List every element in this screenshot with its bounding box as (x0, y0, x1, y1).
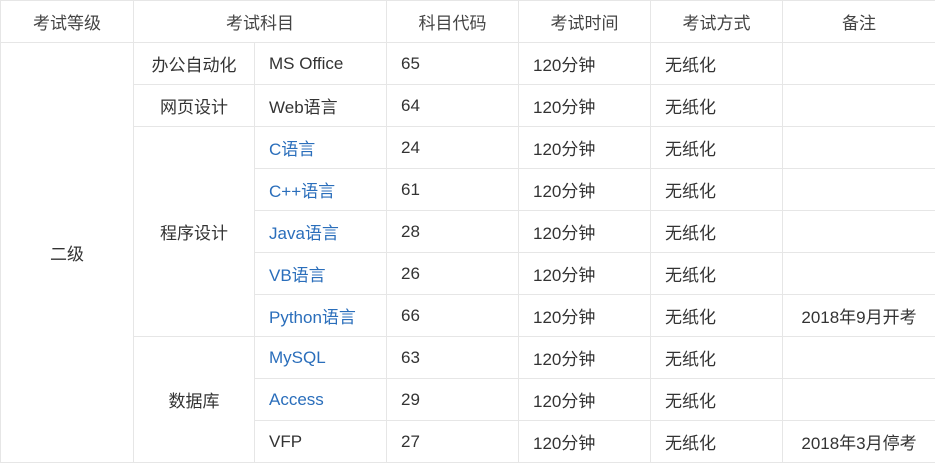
exam-method: 无纸化 (650, 42, 783, 85)
exam-method: 无纸化 (650, 294, 783, 337)
subject-link-cpp[interactable]: C++语言 (254, 168, 387, 211)
subject-name: MS Office (254, 42, 387, 85)
table-row: 网页设计 Web语言 64 120分钟 无纸化 (1, 84, 935, 127)
group-cell-web: 网页设计 (133, 84, 255, 127)
subject-code: 28 (386, 210, 519, 253)
subject-link-c[interactable]: C语言 (254, 126, 387, 169)
header-level: 考试等级 (0, 0, 134, 43)
subject-code: 64 (386, 84, 519, 127)
subject-code: 63 (386, 336, 519, 379)
subject-code: 24 (386, 126, 519, 169)
header-subject: 考试科目 (133, 0, 387, 43)
exam-time: 120分钟 (518, 378, 651, 421)
subject-code: 65 (386, 42, 519, 85)
exam-time: 120分钟 (518, 168, 651, 211)
exam-time: 120分钟 (518, 336, 651, 379)
remark (782, 126, 935, 169)
subject-link-mysql[interactable]: MySQL (254, 336, 387, 379)
exam-method: 无纸化 (650, 210, 783, 253)
exam-method: 无纸化 (650, 252, 783, 295)
exam-time: 120分钟 (518, 210, 651, 253)
exam-subjects-table: 考试等级 考试科目 科目代码 考试时间 考试方式 备注 二级 办公自动化 MS … (0, 0, 935, 463)
group-cell-database: 数据库 (133, 336, 255, 463)
exam-method: 无纸化 (650, 168, 783, 211)
header-time: 考试时间 (518, 0, 651, 43)
exam-method: 无纸化 (650, 336, 783, 379)
remark (782, 378, 935, 421)
remark (782, 210, 935, 253)
exam-time: 120分钟 (518, 252, 651, 295)
level-cell: 二级 (0, 42, 134, 463)
subject-code: 66 (386, 294, 519, 337)
subject-code: 29 (386, 378, 519, 421)
subject-code: 26 (386, 252, 519, 295)
subject-name: VFP (254, 420, 387, 463)
remark (782, 252, 935, 295)
subject-link-java[interactable]: Java语言 (254, 210, 387, 253)
exam-method: 无纸化 (650, 126, 783, 169)
remark: 2018年9月开考 (782, 294, 935, 337)
header-row: 考试等级 考试科目 科目代码 考试时间 考试方式 备注 (0, 0, 935, 43)
remark: 2018年3月停考 (782, 420, 935, 463)
exam-time: 120分钟 (518, 420, 651, 463)
exam-time: 120分钟 (518, 84, 651, 127)
header-method: 考试方式 (650, 0, 783, 43)
header-code: 科目代码 (386, 0, 519, 43)
exam-method: 无纸化 (650, 420, 783, 463)
subject-code: 27 (386, 420, 519, 463)
exam-time: 120分钟 (518, 294, 651, 337)
exam-time: 120分钟 (518, 42, 651, 85)
subject-link-vb[interactable]: VB语言 (254, 252, 387, 295)
header-remark: 备注 (782, 0, 935, 43)
subject-link-access[interactable]: Access (254, 378, 387, 421)
subject-name: Web语言 (254, 84, 387, 127)
table-row: 程序设计 C语言 24 120分钟 无纸化 (1, 126, 935, 337)
group-cell-programming: 程序设计 (133, 126, 255, 337)
remark (782, 42, 935, 85)
group-cell-office: 办公自动化 (133, 42, 255, 85)
subject-code: 61 (386, 168, 519, 211)
exam-time: 120分钟 (518, 126, 651, 169)
subject-link-python[interactable]: Python语言 (254, 294, 387, 337)
table-row: 二级 办公自动化 MS Office 65 120分钟 无纸化 (0, 42, 935, 463)
exam-method: 无纸化 (650, 378, 783, 421)
remark (782, 168, 935, 211)
table-row: 数据库 MySQL 63 120分钟 无纸化 (1, 336, 935, 463)
exam-method: 无纸化 (650, 84, 783, 127)
remark (782, 84, 935, 127)
remark (782, 336, 935, 379)
